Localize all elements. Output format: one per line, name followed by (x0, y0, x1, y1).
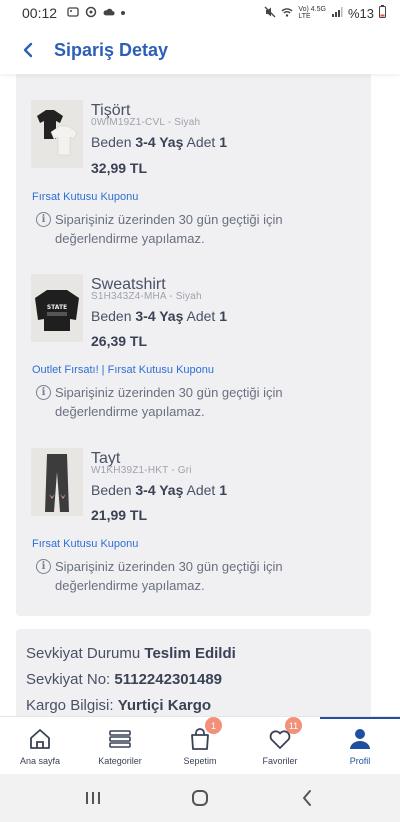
sync-icon (85, 6, 97, 21)
user-icon (347, 726, 373, 752)
product-code: W1KH39Z1-HKT - Gri (91, 465, 192, 476)
gallery-icon (67, 6, 79, 21)
info-icon: i (36, 385, 51, 400)
mute-icon (264, 6, 276, 21)
nav-label: Favoriler (262, 756, 298, 766)
product-price: 26,39 TL (91, 333, 148, 349)
app-header: Sipariş Detay (0, 26, 400, 74)
shipping-status: Sevkiyat Durumu Teslim Edildi (26, 645, 236, 662)
product-price: 32,99 TL (91, 160, 148, 176)
heart-icon: 11 (267, 717, 302, 752)
nav-item-home[interactable]: Ana sayfa (0, 717, 80, 774)
back-button[interactable] (16, 38, 40, 62)
cloud-icon (103, 6, 115, 21)
bottom-nav: Ana sayfa Kategoriler 1 Sepetim 11 Favor… (0, 716, 400, 774)
nav-item-categories[interactable]: Kategoriler (80, 717, 160, 774)
battery-level: %13 (347, 5, 374, 21)
review-info: i Siparişiniz üzerinden 30 gün geçtiği i… (36, 557, 326, 595)
home-icon (27, 726, 53, 752)
back-arrow-icon (302, 790, 311, 806)
product-image[interactable]: STATE (31, 274, 83, 342)
nav-item-cart[interactable]: 1 Sepetim (160, 717, 240, 774)
system-navigation-bar (0, 774, 400, 822)
recent-apps-icon (86, 792, 101, 804)
order-detail-content[interactable]: Tişört 0WIM19Z1-CVL - Siyah Beden 3-4 Ya… (0, 74, 400, 716)
recent-apps-button[interactable] (78, 783, 108, 813)
network-type: Vo) 4.5G LTE (298, 6, 326, 20)
notification-dot-icon (121, 11, 126, 15)
nav-label: Ana sayfa (19, 756, 61, 766)
svg-text:STATE: STATE (47, 304, 67, 311)
wifi-icon (281, 6, 293, 21)
order-items-card: Tişört 0WIM19Z1-CVL - Siyah Beden 3-4 Ya… (16, 74, 371, 616)
info-icon: i (36, 212, 51, 227)
cart-badge: 1 (205, 717, 222, 734)
coupon-link[interactable]: Fırsat Kutusu Kuponu (32, 538, 138, 550)
nav-label: Kategoriler (98, 756, 142, 766)
product-size-qty: Beden 3-4 Yaş Adet 1 (91, 308, 228, 324)
home-button[interactable] (185, 783, 215, 813)
product-code: S1H343Z4-MHA - Siyah (91, 291, 202, 302)
status-bar: 00:12 Vo) 4.5G LTE %13 (0, 0, 400, 26)
info-icon: i (36, 559, 51, 574)
product-price: 21,99 TL (91, 507, 148, 523)
product-image[interactable] (31, 100, 83, 168)
nav-label: Profil (349, 756, 371, 766)
shipping-info-card: Sevkiyat Durumu Teslim Edildi Sevkiyat N… (16, 629, 371, 716)
page-title: Sipariş Detay (54, 39, 169, 60)
battery-icon (379, 5, 386, 21)
shipping-number: Sevkiyat No: 5112242301489 (26, 671, 222, 688)
cargo-info: Kargo Bilgisi: Yurtiçi Kargo (26, 697, 212, 714)
review-info: i Siparişiniz üzerinden 30 gün geçtiği i… (36, 383, 326, 421)
review-info: i Siparişiniz üzerinden 30 gün geçtiği i… (36, 210, 326, 248)
status-time: 00:12 (22, 5, 58, 21)
signal-icon (331, 6, 343, 21)
chevron-left-icon (23, 42, 33, 58)
bag-icon: 1 (187, 717, 222, 752)
coupon-link[interactable]: Fırsat Kutusu Kuponu (32, 191, 138, 203)
nav-item-favorites[interactable]: 11 Favoriler (240, 717, 320, 774)
product-size-qty: Beden 3-4 Yaş Adet 1 (91, 134, 228, 150)
home-circle-icon (191, 790, 208, 806)
product-code: 0WIM19Z1-CVL - Siyah (91, 117, 201, 128)
list-icon (107, 726, 133, 752)
nav-item-profile[interactable]: Profil (320, 717, 400, 774)
nav-label: Sepetim (183, 756, 217, 766)
product-size-qty: Beden 3-4 Yaş Adet 1 (91, 482, 228, 498)
product-image[interactable] (31, 448, 83, 516)
system-back-button[interactable] (292, 783, 322, 813)
favorites-badge: 11 (285, 717, 302, 734)
coupon-link[interactable]: Outlet Fırsatı! | Fırsat Kutusu Kuponu (32, 364, 214, 376)
